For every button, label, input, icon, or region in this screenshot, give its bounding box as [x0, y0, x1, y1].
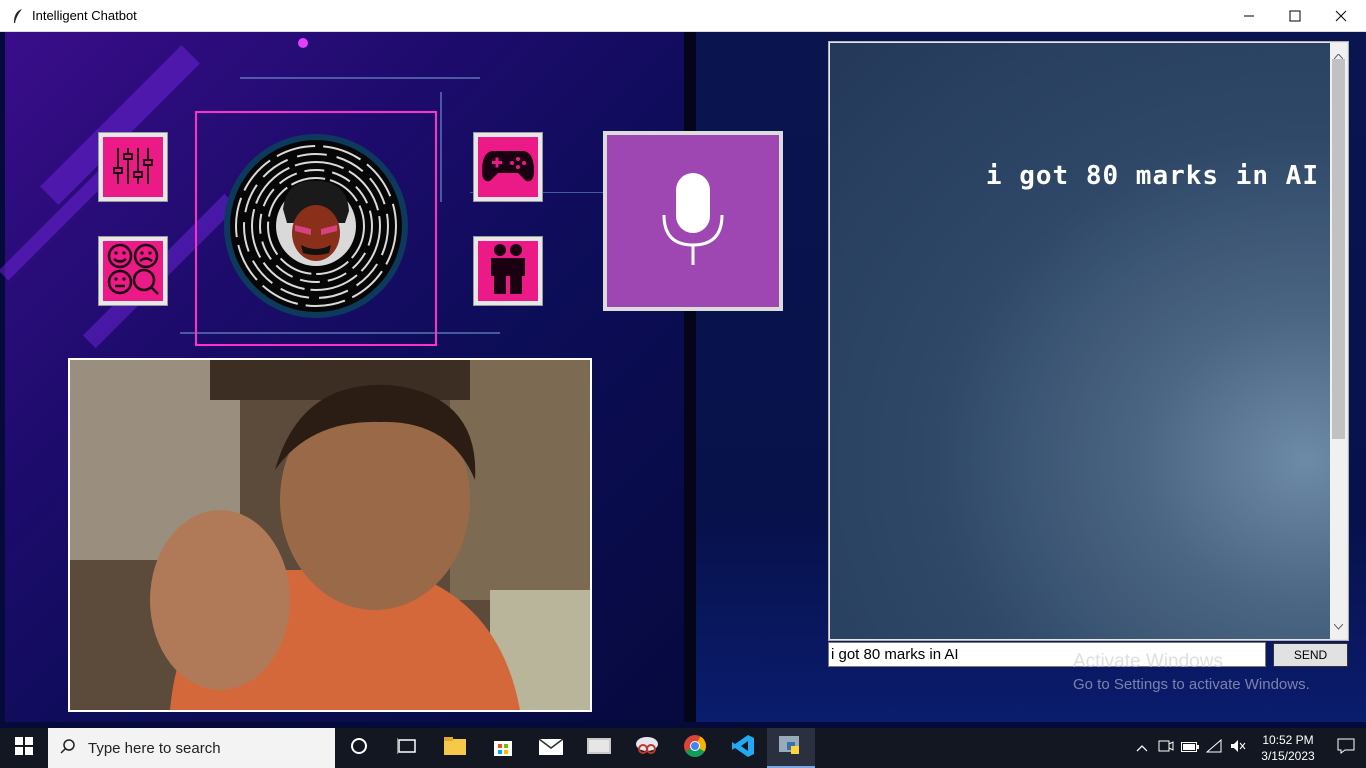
decor-dot — [298, 38, 308, 48]
maximize-button[interactable] — [1272, 0, 1318, 32]
taskbar-clock[interactable]: 10:52 PM 3/15/2023 — [1250, 732, 1326, 764]
video-feed-image — [70, 360, 590, 710]
chat-panel: i got 80 marks in AI — [828, 41, 1349, 641]
taskbar-search[interactable]: Type here to search — [48, 728, 335, 768]
photos-button[interactable] — [575, 728, 623, 768]
chat-message: i got 80 marks in AI — [985, 161, 1319, 191]
clock-time: 10:52 PM — [1262, 733, 1314, 747]
file-explorer-icon — [444, 736, 466, 760]
tray-overflow-button[interactable] — [1130, 728, 1154, 768]
vscode-icon — [731, 734, 755, 763]
snip-icon — [635, 735, 659, 762]
app-window: i got 80 marks in AI SEND Activate Windo… — [0, 32, 1366, 728]
games-button[interactable] — [473, 132, 543, 202]
photos-icon — [587, 737, 611, 760]
file-explorer-button[interactable] — [431, 728, 479, 768]
avatar-frame — [195, 111, 437, 346]
activation-watermark-text: Go to Settings to activate Windows. — [1073, 676, 1310, 693]
title-bar: Intelligent Chatbot — [0, 0, 1366, 32]
feather-icon — [10, 8, 26, 24]
store-button[interactable] — [479, 728, 527, 768]
scroll-thumb[interactable] — [1332, 59, 1345, 439]
windows-logo-icon — [15, 736, 33, 760]
robot-avatar-icon — [221, 131, 411, 326]
close-button[interactable] — [1318, 0, 1364, 32]
emotions-button[interactable] — [98, 236, 168, 306]
wifi-icon — [1205, 738, 1222, 758]
gamepad-icon — [480, 145, 536, 190]
chat-log[interactable]: i got 80 marks in AI — [830, 43, 1331, 639]
mail-icon — [538, 737, 564, 760]
volume-muted-icon — [1230, 739, 1246, 758]
taskbar: Type here to search 10:52 PM 3/15/2023 — [0, 728, 1366, 768]
chrome-button[interactable] — [671, 728, 719, 768]
python-button[interactable] — [767, 728, 815, 768]
chrome-icon — [683, 734, 707, 763]
start-button[interactable] — [0, 728, 48, 768]
settings-sliders-icon — [108, 140, 158, 195]
store-icon — [493, 736, 513, 761]
chat-scrollbar[interactable] — [1330, 43, 1347, 639]
python-icon — [779, 734, 803, 761]
search-placeholder: Type here to search — [88, 739, 221, 757]
mail-button[interactable] — [527, 728, 575, 768]
chevron-up-icon — [1136, 739, 1148, 757]
camera-icon — [1158, 739, 1174, 758]
friends-button[interactable] — [473, 236, 543, 306]
task-view-button[interactable] — [383, 728, 431, 768]
circuit-line — [240, 77, 480, 79]
battery-button[interactable] — [1178, 728, 1202, 768]
send-button[interactable]: SEND — [1273, 643, 1348, 667]
battery-icon — [1181, 739, 1199, 757]
network-button[interactable] — [1202, 728, 1226, 768]
circuit-line — [440, 92, 442, 202]
cortana-icon — [350, 737, 368, 760]
task-view-icon — [396, 737, 417, 760]
microphone-icon — [658, 169, 728, 274]
search-icon — [60, 738, 76, 759]
microphone-button[interactable] — [603, 131, 783, 311]
notification-icon — [1337, 738, 1355, 759]
system-tray: 10:52 PM 3/15/2023 — [1130, 728, 1366, 768]
scroll-down-icon[interactable] — [1333, 617, 1344, 635]
emotions-icon — [106, 242, 160, 301]
settings-button[interactable] — [98, 132, 168, 202]
minimize-button[interactable] — [1226, 0, 1272, 32]
friends-icon — [486, 242, 530, 301]
notifications-button[interactable] — [1326, 728, 1366, 768]
cortana-button[interactable] — [335, 728, 383, 768]
video-feed — [68, 358, 592, 712]
volume-button[interactable] — [1226, 728, 1250, 768]
activation-watermark-title: Activate Windows — [1073, 651, 1223, 672]
snip-button[interactable] — [623, 728, 671, 768]
window-title: Intelligent Chatbot — [32, 8, 137, 23]
vscode-button[interactable] — [719, 728, 767, 768]
clock-date: 3/15/2023 — [1261, 749, 1315, 763]
meet-now-button[interactable] — [1154, 728, 1178, 768]
